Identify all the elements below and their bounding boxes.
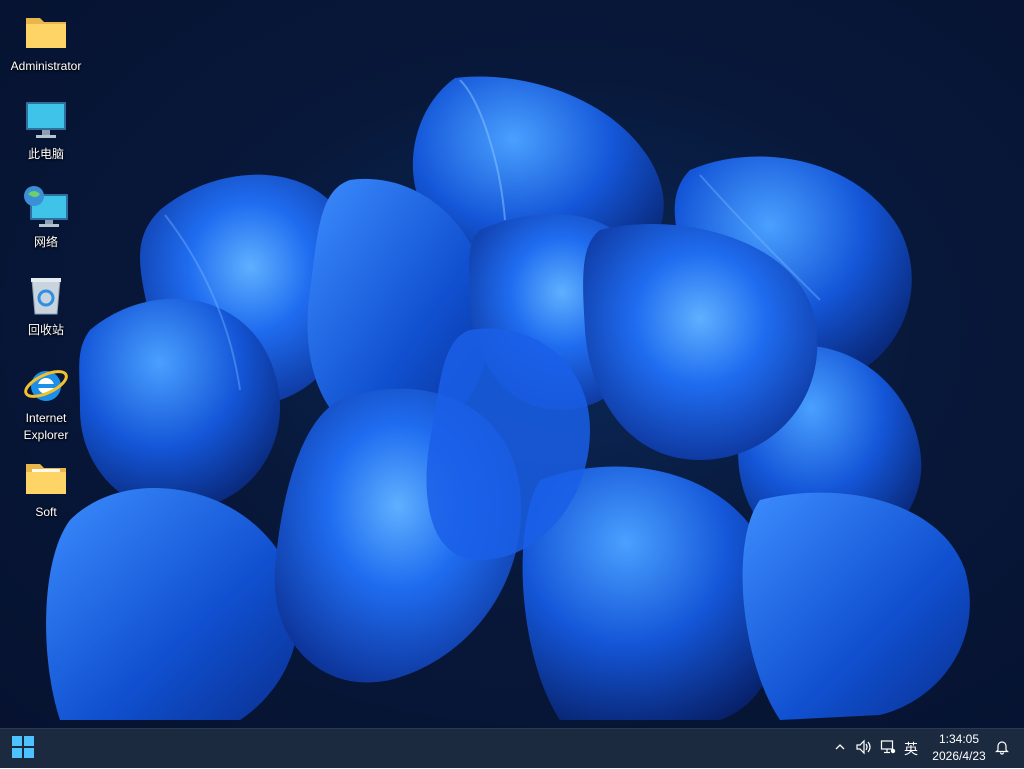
notifications-button[interactable] bbox=[992, 729, 1012, 769]
desktop-icon-internet-explorer[interactable]: Internet Explorer bbox=[4, 360, 88, 444]
bell-icon bbox=[994, 739, 1010, 760]
clock-time: 1:34:05 bbox=[938, 732, 980, 746]
network-status-button[interactable] bbox=[877, 729, 899, 769]
desktop-icon-label: 此电脑 bbox=[27, 147, 64, 161]
input-method-button[interactable]: 英 bbox=[900, 729, 922, 769]
chevron-up-icon bbox=[834, 740, 846, 758]
desktop-icon-label: 网络 bbox=[33, 235, 58, 249]
desktop-icon-label: Soft bbox=[35, 505, 57, 519]
desktop-icon-label: Administrator bbox=[10, 59, 82, 73]
speaker-icon bbox=[855, 739, 873, 760]
desktop[interactable]: Administrator 此电脑 网络 回收站 Internet Explor… bbox=[0, 0, 1024, 728]
desktop-icon-network[interactable]: 网络 bbox=[4, 184, 88, 251]
desktop-icon-soft[interactable]: Soft bbox=[4, 454, 88, 521]
wallpaper-bloom bbox=[46, 76, 970, 720]
volume-button[interactable] bbox=[852, 729, 876, 769]
folder-icon bbox=[22, 454, 70, 502]
computer-icon bbox=[22, 96, 70, 144]
desktop-icon-administrator[interactable]: Administrator bbox=[4, 8, 88, 75]
desktop-icon-label: Internet Explorer bbox=[23, 411, 69, 442]
network-icon bbox=[22, 184, 70, 232]
ime-label: 英 bbox=[904, 742, 918, 758]
recycle-bin-icon bbox=[22, 272, 70, 320]
folder-icon bbox=[22, 8, 70, 56]
clock-date: 2026/4/23 bbox=[932, 749, 986, 763]
show-hidden-icons-button[interactable] bbox=[830, 729, 850, 769]
taskbar: 英 1:34:05 2026/4/23 bbox=[0, 728, 1024, 768]
windows-logo-icon bbox=[12, 735, 34, 763]
desktop-icon-label: 回收站 bbox=[27, 323, 64, 337]
desktop-icon-this-pc[interactable]: 此电脑 bbox=[4, 96, 88, 163]
clock[interactable]: 1:34:05 2026/4/23 bbox=[924, 731, 994, 767]
internet-explorer-icon bbox=[22, 360, 70, 408]
desktop-icon-recycle-bin[interactable]: 回收站 bbox=[4, 272, 88, 339]
network-status-icon bbox=[880, 739, 896, 760]
start-button[interactable] bbox=[6, 733, 40, 765]
